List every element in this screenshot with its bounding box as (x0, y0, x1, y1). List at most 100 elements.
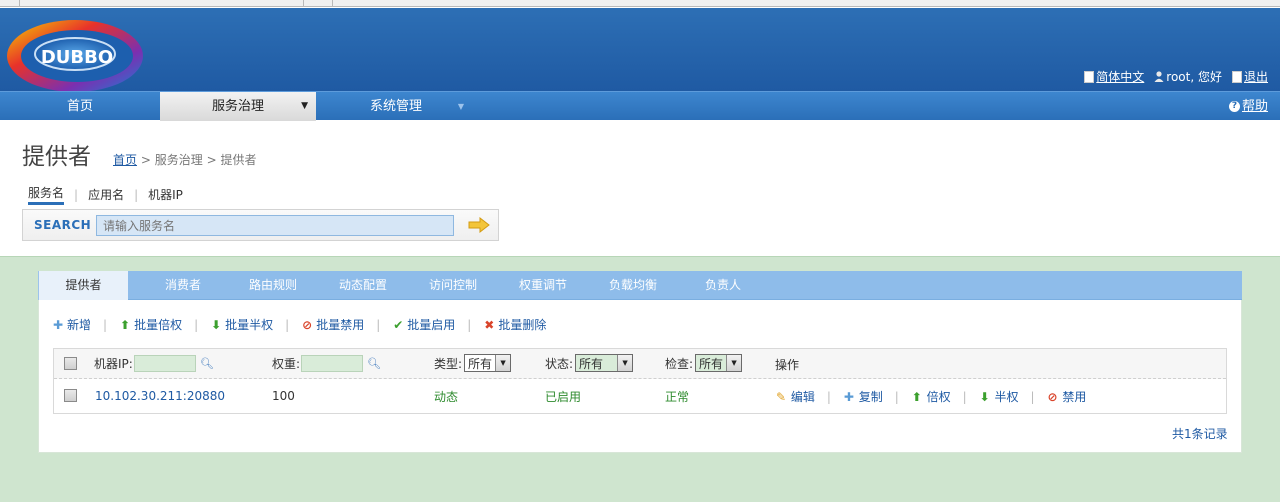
breadcrumb-section: 服务治理 (154, 153, 203, 167)
main-nav: 首页 服务治理 ▼ 系统管理 ▼ ? 帮助 (0, 91, 1280, 121)
breadcrumb-home[interactable]: 首页 (113, 153, 137, 167)
ban-icon: ⊘ (1047, 390, 1058, 404)
tab-overrides[interactable]: 动态配置 (318, 271, 408, 300)
status-select-value: 所有 (579, 356, 604, 371)
help-link[interactable]: 帮助 (1242, 92, 1268, 121)
user-icon (1154, 71, 1164, 82)
nav-service-governance-label: 服务治理 (211, 99, 264, 114)
copy-label: 复制 (858, 390, 883, 404)
search-tab-machine-ip[interactable]: 机器IP (148, 186, 183, 203)
user-bar: 简体中文 root, 您好 退出 (1084, 68, 1268, 85)
dubbo-logo[interactable]: DUBBO (5, 14, 147, 94)
tab-loadbalance[interactable]: 负载均衡 (588, 271, 678, 300)
arrow-up-icon: ⬆ (120, 317, 131, 332)
batch-half-weight-button[interactable]: ⬇ 批量半权 (210, 316, 273, 333)
row-ip-link[interactable]: 10.102.30.211:20880 (95, 389, 225, 403)
tab-weights[interactable]: 权重调节 (498, 271, 588, 300)
plus-icon: ✚ (52, 317, 64, 332)
action-divider: | (467, 317, 472, 332)
batch-enable-label: 批量启用 (407, 318, 456, 332)
dropdown-arrow-icon: ▼ (457, 102, 464, 111)
ip-header: 机器IP: (94, 357, 133, 371)
row-checkbox[interactable] (64, 389, 77, 402)
ip-filter: 机器IP: 🔍︎ (94, 355, 214, 372)
op-divider: | (894, 389, 899, 404)
batch-disable-button[interactable]: ⊘ 批量禁用 (301, 316, 364, 333)
batch-double-weight-button[interactable]: ⬆ 批量倍权 (119, 316, 182, 333)
search-tab-service-name[interactable]: 服务名 (28, 184, 65, 205)
nav-home[interactable]: 首页 (0, 92, 160, 121)
ip-filter-input[interactable] (133, 355, 196, 372)
language-link[interactable]: 简体中文 (1096, 68, 1144, 85)
search-icon[interactable]: 🔍︎ (367, 357, 381, 370)
op-divider: | (962, 389, 967, 404)
search-arrow-icon[interactable] (468, 217, 490, 233)
double-weight-label: 倍权 (926, 390, 951, 404)
select-all-checkbox[interactable] (64, 357, 77, 370)
greeting-text: root, 您好 (1166, 70, 1222, 84)
nav-help[interactable]: ? 帮助 (1228, 92, 1268, 121)
type-header: 类型: (434, 356, 463, 371)
breadcrumb-current: 提供者 (220, 153, 257, 167)
check-icon: ✔ (393, 317, 404, 332)
search-label: SEARCH (34, 218, 92, 232)
half-weight-label: 半权 (994, 390, 1019, 404)
row-ops: ✎ 编辑 | ✚ 复制 | ⬆ 倍权 | ⬇ 半权 | ⊘ 禁用 (775, 388, 1086, 405)
delete-icon: ✖ (484, 317, 495, 332)
weight-filter-input[interactable] (301, 355, 364, 372)
plus-icon: ✚ (843, 390, 854, 404)
table-row: 10.102.30.211:20880 100 动态 已启用 正常 ✎ 编辑 |… (54, 380, 1226, 413)
record-count: 共1条记录 (1172, 427, 1228, 441)
batch-half-weight-label: 批量半权 (225, 318, 274, 332)
logout-link[interactable]: 退出 (1244, 68, 1268, 85)
logout[interactable]: 退出 (1231, 68, 1268, 85)
search-tab-app-name[interactable]: 应用名 (88, 186, 124, 203)
batch-enable-button[interactable]: ✔ 批量启用 (392, 316, 455, 333)
chevron-down-icon: ▼ (726, 355, 742, 371)
row-status: 已启用 (545, 390, 582, 404)
search-box: SEARCH (22, 209, 499, 241)
breadcrumb-separator: > (206, 153, 217, 167)
disable-label: 禁用 (1062, 390, 1087, 404)
nav-system-management[interactable]: 系统管理 ▼ (316, 92, 476, 121)
batch-double-weight-label: 批量倍权 (134, 318, 183, 332)
weight-header: 权重: (272, 357, 301, 371)
batch-disable-label: 批量禁用 (316, 318, 365, 332)
disable-button[interactable]: ⊘ 禁用 (1047, 388, 1087, 405)
half-weight-button[interactable]: ⬇ 半权 (979, 388, 1019, 405)
providers-table: 机器IP: 🔍︎ 权重: 🔍︎ 类型: 所有 ▼ 状态: 所有 ▼ 检查: 所有… (53, 348, 1227, 414)
row-type: 动态 (434, 390, 459, 404)
pencil-icon: ✎ (775, 390, 787, 404)
nav-service-governance[interactable]: 服务治理 ▼ (160, 92, 316, 121)
tab-owners[interactable]: 负责人 (678, 271, 768, 300)
add-label: 新增 (67, 318, 92, 332)
chevron-down-icon: ▼ (617, 355, 633, 371)
tab-access[interactable]: 访问控制 (408, 271, 498, 300)
chevron-down-icon: ▼ (495, 355, 511, 371)
page-title: 提供者 (22, 144, 91, 170)
search-icon[interactable]: 🔍︎ (200, 357, 214, 370)
status-select[interactable]: 所有 ▼ (575, 354, 634, 372)
language-switch[interactable]: 简体中文 (1084, 68, 1144, 85)
check-header: 检查: (665, 356, 694, 371)
nav-system-management-label: 系统管理 (369, 99, 422, 114)
tab-providers[interactable]: 提供者 (38, 271, 128, 300)
type-select[interactable]: 所有 ▼ (464, 354, 512, 372)
batch-delete-label: 批量删除 (498, 318, 547, 332)
action-divider: | (285, 317, 290, 332)
edit-button[interactable]: ✎ 编辑 (775, 388, 815, 405)
status-filter: 状态: 所有 ▼ (545, 354, 634, 372)
tab-routes[interactable]: 路由规则 (228, 271, 318, 300)
search-input[interactable] (96, 215, 454, 236)
document-icon (1084, 70, 1095, 83)
batch-delete-button[interactable]: ✖ 批量删除 (483, 316, 546, 333)
tab-consumers[interactable]: 消费者 (138, 271, 228, 300)
breadcrumb: 首页 > 服务治理 > 提供者 (113, 151, 256, 168)
weight-filter: 权重: 🔍︎ (272, 355, 381, 372)
double-weight-button[interactable]: ⬆ 倍权 (911, 388, 951, 405)
check-select[interactable]: 所有 ▼ (695, 354, 743, 372)
copy-button[interactable]: ✚ 复制 (843, 388, 883, 405)
check-select-value: 所有 (699, 356, 724, 371)
add-button[interactable]: ✚ 新增 (52, 316, 91, 333)
tab-divider: | (134, 187, 139, 202)
